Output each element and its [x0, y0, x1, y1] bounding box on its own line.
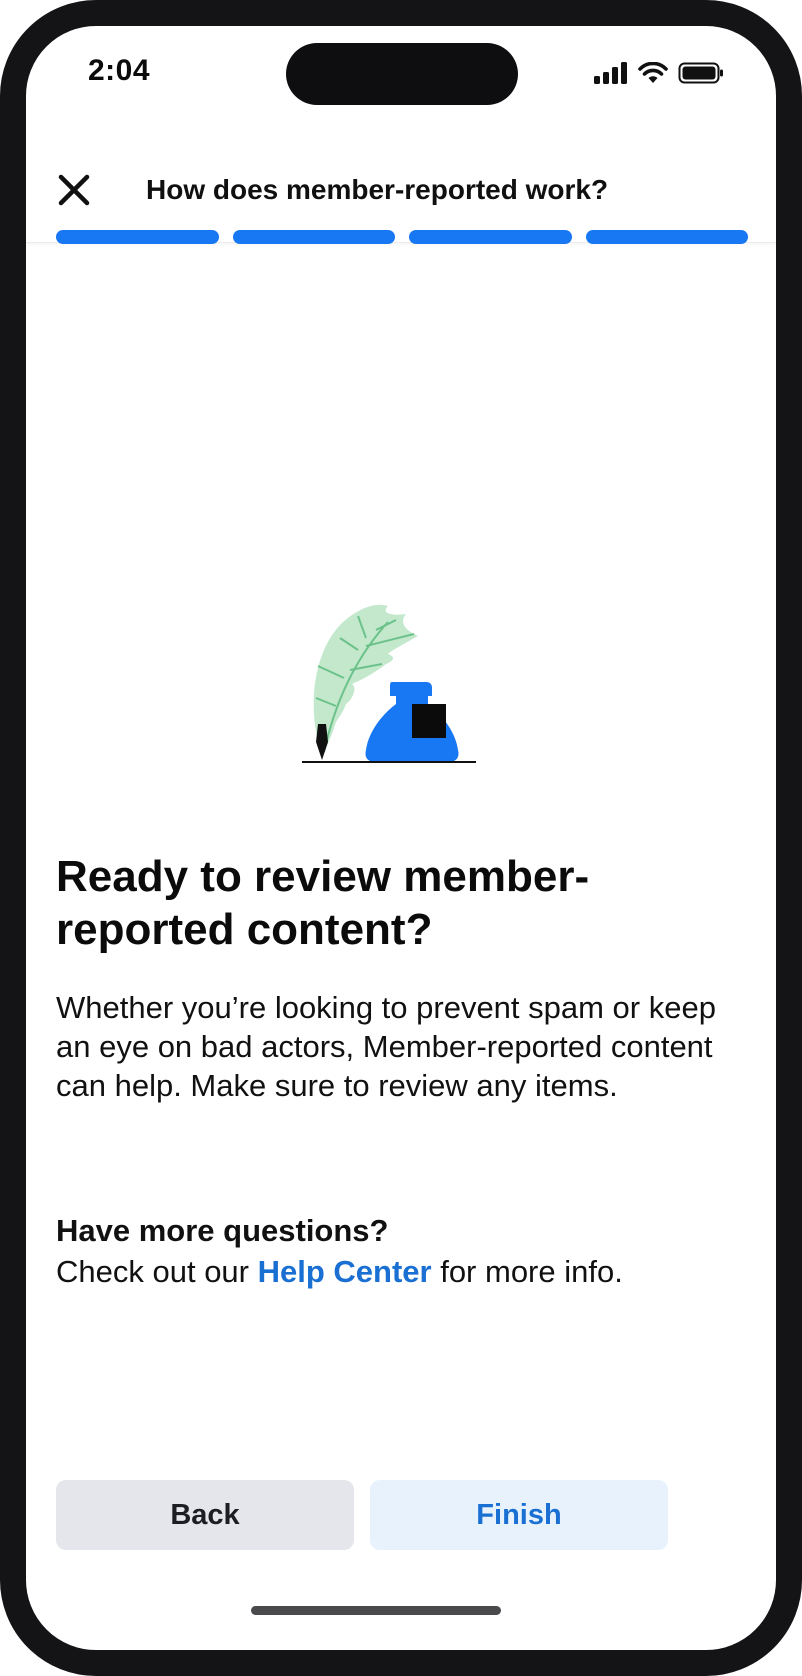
cellular-signal-icon: [594, 62, 627, 84]
header-bar: How does member-reported work?: [26, 138, 776, 243]
progress-indicator: [56, 230, 748, 244]
home-indicator[interactable]: [251, 1606, 501, 1615]
close-button[interactable]: [56, 172, 92, 208]
content-body: Whether you’re looking to prevent spam o…: [56, 990, 716, 1103]
progress-step-1: [56, 230, 219, 244]
close-icon: [58, 174, 90, 206]
battery-icon: [678, 62, 723, 84]
wifi-icon: [638, 62, 668, 83]
app-screen: 2:04 How does member-reported work? Read…: [26, 26, 776, 1650]
questions-prefix: Check out our: [56, 1254, 258, 1289]
phone-device: 2:04 How does member-reported work? Read…: [0, 0, 802, 1676]
dynamic-island: [286, 43, 518, 105]
questions-text: Check out our Help Center for more info.: [56, 1254, 623, 1290]
status-icons: [594, 62, 724, 84]
back-button[interactable]: Back: [56, 1480, 354, 1550]
status-time: 2:04: [88, 54, 151, 87]
quill-inkwell-illustration: [302, 604, 476, 763]
progress-step-2: [232, 230, 395, 244]
finish-button[interactable]: Finish: [370, 1480, 668, 1550]
progress-step-4: [585, 230, 748, 244]
help-center-link[interactable]: Help Center: [258, 1254, 432, 1289]
questions-heading: Have more questions?: [56, 1213, 389, 1248]
progress-step-3: [409, 230, 572, 244]
header-title: How does member-reported work?: [146, 174, 609, 205]
content-title: Ready to review member-reported content?: [56, 852, 590, 954]
questions-suffix: for more info.: [431, 1254, 623, 1289]
